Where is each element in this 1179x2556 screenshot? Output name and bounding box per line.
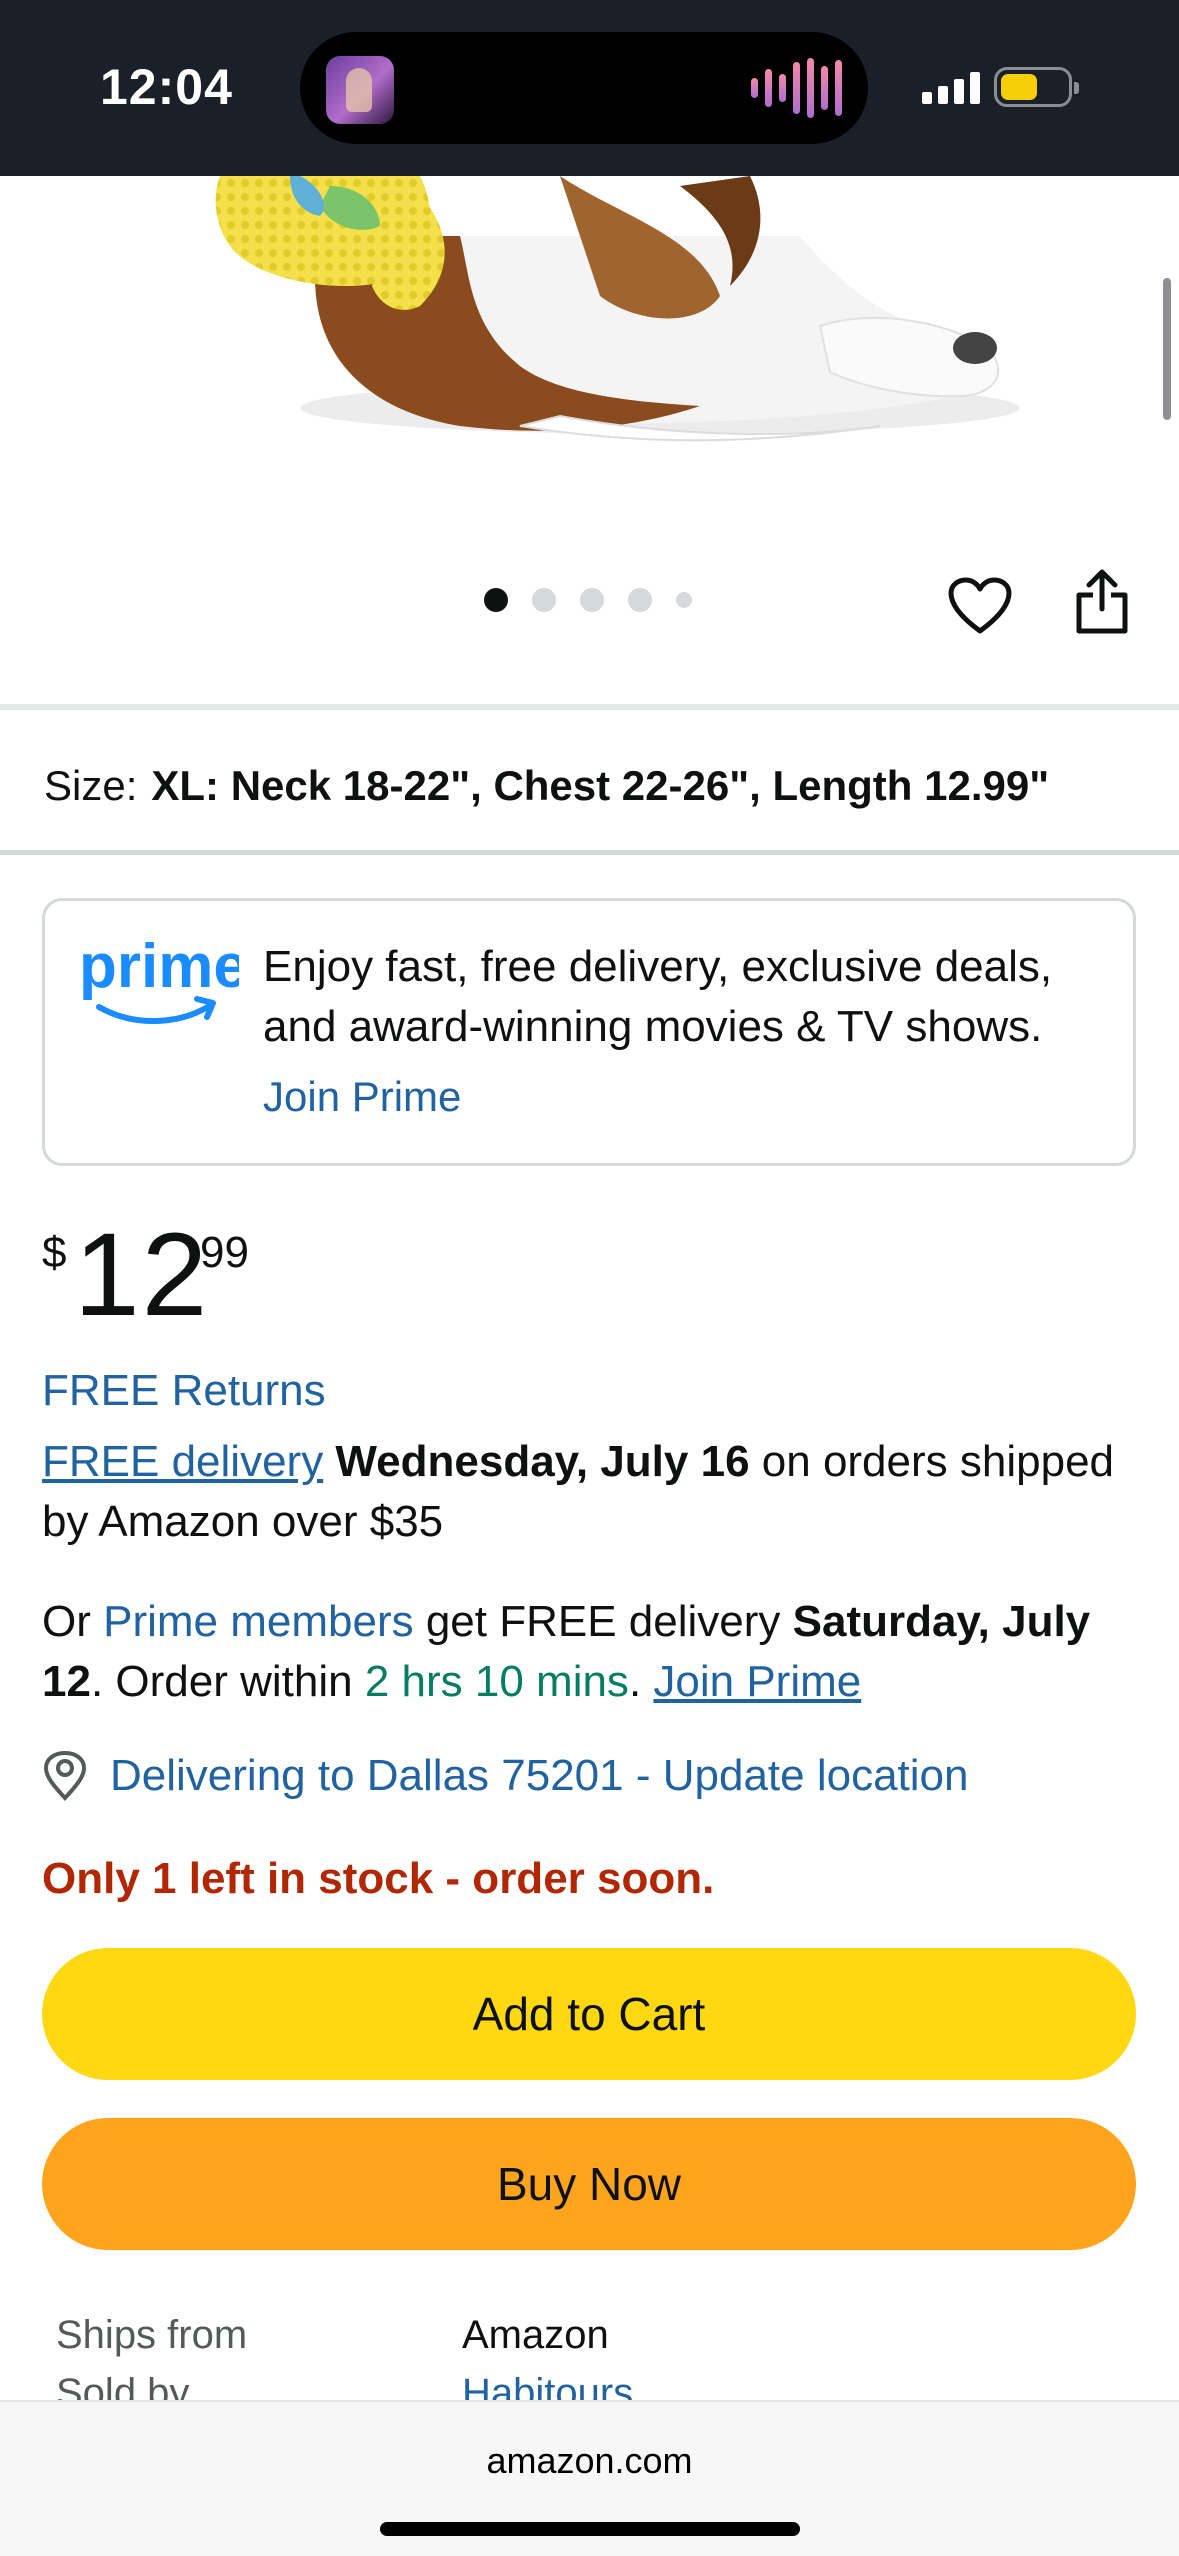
url-text[interactable]: amazon.com: [0, 2440, 1179, 2482]
location-pin-icon: [43, 1750, 87, 1801]
order-within-text: . Order within: [90, 1657, 365, 1706]
carousel-dot-3[interactable]: [580, 588, 604, 612]
status-time: 12:04: [100, 59, 233, 115]
buy-now-button[interactable]: Buy Now: [42, 2118, 1136, 2250]
section-divider: [0, 850, 1179, 855]
share-icon: [1076, 569, 1128, 634]
dynamic-island[interactable]: [300, 32, 868, 144]
share-button[interactable]: [1066, 564, 1138, 640]
prime-delivery-period: .: [628, 1657, 654, 1706]
prime-delivery-mid: get FREE delivery: [413, 1597, 793, 1646]
cellular-signal-icon: [922, 70, 980, 104]
heart-icon: [948, 577, 1012, 634]
scroll-indicator[interactable]: [1163, 278, 1171, 420]
stock-warning: Only 1 left in stock - order soon.: [42, 1854, 715, 1903]
section-divider: [0, 704, 1179, 710]
prime-promo-card: prime Enjoy fast, free delivery, exclusi…: [42, 898, 1136, 1166]
image-carousel-dots[interactable]: [484, 588, 692, 612]
prime-logo-icon: prime: [79, 937, 239, 1024]
audio-waveform-icon: [751, 58, 842, 118]
add-to-list-button[interactable]: [944, 570, 1016, 642]
add-to-cart-button[interactable]: Add to Cart: [42, 1948, 1136, 2080]
prime-members-link[interactable]: Prime members: [103, 1597, 414, 1646]
size-selector[interactable]: Size: XL: Neck 18-22", Chest 22-26", Leng…: [44, 758, 1049, 814]
delivery-info: FREE delivery Wednesday, July 16 on orde…: [42, 1432, 1142, 1552]
prime-delivery-prefix: Or: [42, 1597, 104, 1646]
free-returns-link[interactable]: FREE Returns: [42, 1366, 326, 1416]
size-label: Size:: [44, 762, 138, 809]
carousel-dot-1[interactable]: [484, 588, 508, 612]
now-playing-album-art[interactable]: [326, 56, 394, 124]
carousel-dot-5[interactable]: [676, 592, 692, 608]
size-value: XL: Neck 18-22", Chest 22-26", Length 12…: [151, 762, 1050, 809]
browser-url-bar[interactable]: amazon.com: [0, 2400, 1179, 2556]
join-prime-link-2[interactable]: Join Prime: [653, 1657, 861, 1706]
free-delivery-link[interactable]: FREE delivery: [42, 1437, 323, 1486]
home-indicator[interactable]: [380, 2522, 800, 2536]
ships-from-value: Amazon: [462, 2313, 609, 2357]
delivery-location-text[interactable]: Delivering to Dallas 75201 - Update loca…: [110, 1751, 969, 1801]
price-whole: 12: [74, 1209, 210, 1341]
prime-delivery-info: Or Prime members get FREE delivery Satur…: [42, 1592, 1142, 1712]
carousel-dot-4[interactable]: [628, 588, 652, 612]
battery-icon: [994, 67, 1079, 107]
carousel-dot-2[interactable]: [532, 588, 556, 612]
join-prime-link[interactable]: Join Prime: [263, 1073, 461, 1121]
delivery-date: Wednesday, July 16: [335, 1437, 750, 1486]
delivery-location[interactable]: Delivering to Dallas 75201 - Update loca…: [42, 1750, 969, 1802]
svg-text:prime: prime: [79, 937, 239, 1001]
prime-promo-text: Enjoy fast, free delivery, exclusive dea…: [263, 942, 1053, 1051]
ships-from-label: Ships from: [56, 2313, 248, 2357]
price-fraction: 99: [200, 1228, 249, 1277]
status-bar: 12:04: [0, 0, 1179, 176]
order-countdown: 2 hrs 10 mins: [364, 1657, 629, 1706]
price-currency: $: [42, 1228, 67, 1277]
